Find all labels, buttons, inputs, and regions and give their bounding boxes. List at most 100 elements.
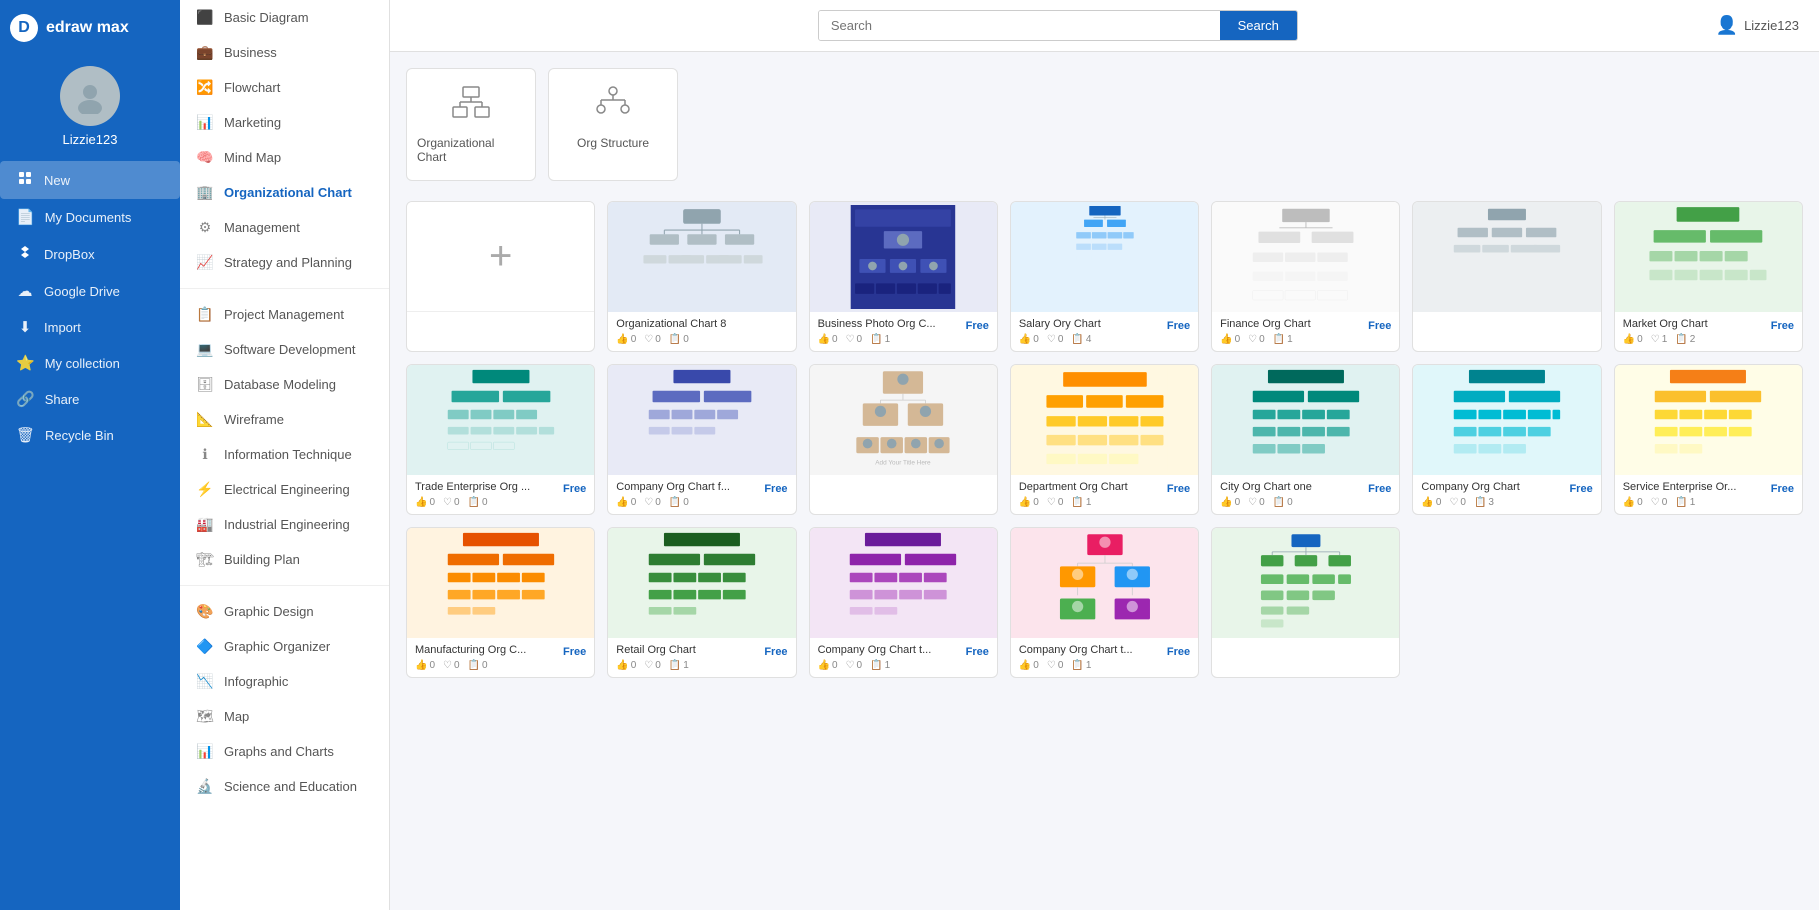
org8-copy-icon: 📋 — [669, 334, 681, 345]
template-card-company-f[interactable]: Company Org Chart f... Free 👍0 ♡0 📋0 — [607, 364, 796, 515]
middle-item-mind-map[interactable]: 🧠 Mind Map — [180, 140, 389, 175]
logo-icon: D — [10, 14, 38, 42]
database-icon: 🗄 — [196, 376, 214, 393]
ret-hearts: 0 — [655, 660, 661, 671]
sidebar-label-google-drive: Google Drive — [44, 284, 120, 299]
sidebar-item-import[interactable]: ⬇ Import — [0, 309, 180, 345]
fin-likes: 0 — [1235, 334, 1241, 345]
template-grid: + — [406, 201, 1803, 678]
unknown1-preview — [1413, 202, 1600, 312]
graphic-design-icon: 🎨 — [196, 603, 214, 620]
category-card-org-structure[interactable]: Org Structure — [548, 68, 678, 181]
sidebar-item-new[interactable]: New — [0, 161, 180, 199]
company-t2-svg — [1016, 531, 1194, 636]
sidebar-item-dropbox[interactable]: DropBox — [0, 235, 180, 273]
template-card-unknown1[interactable] — [1412, 201, 1601, 352]
business-photo-title: Business Photo Org C... — [818, 318, 936, 330]
middle-item-strategy[interactable]: 📈 Strategy and Planning — [180, 245, 389, 280]
middle-item-business[interactable]: 💼 Business — [180, 35, 389, 70]
sidebar-item-my-collection[interactable]: ⭐ My collection — [0, 345, 180, 381]
business-photo-badge: Free — [966, 320, 989, 332]
template-card-city[interactable]: City Org Chart one Free 👍0 ♡0 📋0 — [1211, 364, 1400, 515]
middle-item-graphic-design[interactable]: 🎨 Graphic Design — [180, 594, 389, 629]
mfg-stats: 👍0 ♡0 📋0 — [415, 660, 586, 671]
finance-stats: 👍0 ♡0 📋1 — [1220, 334, 1391, 345]
category-card-org-chart[interactable]: Organizational Chart — [406, 68, 536, 181]
template-card-company-char[interactable] — [1211, 527, 1400, 678]
template-card-department[interactable]: Department Org Chart Free 👍0 ♡0 📋1 — [1010, 364, 1199, 515]
middle-item-building[interactable]: 🏗 Building Plan — [180, 542, 389, 577]
username: Lizzie123 — [63, 132, 118, 147]
service-svg — [1619, 368, 1797, 473]
middle-item-electrical[interactable]: ⚡ Electrical Engineering — [180, 472, 389, 507]
org-chart-card-icon — [451, 85, 491, 128]
mfg-svg — [412, 531, 590, 636]
sidebar-item-my-documents[interactable]: 📄 My Documents — [0, 199, 180, 235]
middle-label-map: Map — [224, 709, 249, 724]
dept-title: Department Org Chart — [1019, 481, 1128, 493]
user-icon: 👤 — [1716, 15, 1738, 36]
dept-stats: 👍0 ♡0 📋1 — [1019, 497, 1190, 508]
middle-item-wireframe[interactable]: 📐 Wireframe — [180, 402, 389, 437]
sidebar-item-recycle-bin[interactable]: 🗑 Recycle Bin — [0, 417, 180, 453]
middle-label-management: Management — [224, 220, 300, 235]
template-card-org8[interactable]: Organizational Chart 8 👍0 ♡0 📋0 — [607, 201, 796, 352]
sidebar-item-google-drive[interactable]: ☁ Google Drive — [0, 273, 180, 309]
template-card-trade[interactable]: Trade Enterprise Org ... Free 👍0 ♡0 📋0 — [406, 364, 595, 515]
middle-item-graphic-organizer[interactable]: 🔷 Graphic Organizer — [180, 629, 389, 664]
company-org-info: Company Org Chart Free 👍0 ♡0 📋3 — [1413, 475, 1600, 514]
category-card-label-structure: Org Structure — [577, 136, 649, 150]
middle-item-database[interactable]: 🗄 Database Modeling — [180, 367, 389, 402]
middle-item-flowchart[interactable]: 🔀 Flowchart — [180, 70, 389, 105]
middle-item-map[interactable]: 🗺 Map — [180, 699, 389, 734]
trade-stats: 👍0 ♡0 📋0 — [415, 497, 586, 508]
template-card-finance[interactable]: Finance Org Chart Free 👍0 ♡0 📋1 — [1211, 201, 1400, 352]
middle-item-infographic[interactable]: 📉 Infographic — [180, 664, 389, 699]
middle-item-science[interactable]: 🔬 Science and Education — [180, 769, 389, 804]
template-card-retail[interactable]: Retail Org Chart Free 👍0 ♡0 📋1 — [607, 527, 796, 678]
middle-item-basic-diagram[interactable]: ⬛ Basic Diagram — [180, 0, 389, 35]
graphs-icon: 📊 — [196, 743, 214, 760]
template-card-new[interactable]: + — [406, 201, 595, 352]
org8-hearts: 0 — [655, 334, 661, 345]
cf-hearts: 0 — [655, 497, 661, 508]
middle-item-information[interactable]: ℹ Information Technique — [180, 437, 389, 472]
template-card-service[interactable]: Service Enterprise Or... Free 👍0 ♡0 📋1 — [1614, 364, 1803, 515]
org8-heart-icon: ♡ — [644, 334, 653, 345]
template-card-salary[interactable]: Salary Ory Chart Free 👍0 ♡0 📋4 — [1010, 201, 1199, 352]
template-card-market[interactable]: Market Org Chart Free 👍0 ♡1 📋2 — [1614, 201, 1803, 352]
org8-stats: 👍0 ♡0 📋0 — [616, 334, 787, 345]
middle-item-industrial[interactable]: 🏭 Industrial Engineering — [180, 507, 389, 542]
new-icon — [16, 170, 34, 190]
basic-diagram-icon: ⬛ — [196, 9, 214, 26]
unknown1-info — [1413, 312, 1600, 348]
mfg-title: Manufacturing Org C... — [415, 644, 526, 656]
middle-label-infographic: Infographic — [224, 674, 288, 689]
finance-svg — [1217, 205, 1395, 310]
middle-item-graphs[interactable]: 📊 Graphs and Charts — [180, 734, 389, 769]
business-photo-preview — [810, 202, 997, 312]
template-card-company-t1[interactable]: Company Org Chart t... Free 👍0 ♡0 📋1 — [809, 527, 998, 678]
sidebar-item-share[interactable]: 🔗 Share — [0, 381, 180, 417]
middle-item-organizational-chart[interactable]: 🏢 Organizational Chart — [180, 175, 389, 210]
search-input[interactable] — [819, 11, 1220, 40]
template-card-photo[interactable]: Add Your Title Here — [809, 364, 998, 515]
company-t1-badge: Free — [966, 646, 989, 658]
trd-copies: 0 — [482, 497, 488, 508]
middle-item-project-management[interactable]: 📋 Project Management — [180, 297, 389, 332]
middle-item-management[interactable]: ⚙ Management — [180, 210, 389, 245]
middle-item-software-dev[interactable]: 💻 Software Development — [180, 332, 389, 367]
middle-label-industrial: Industrial Engineering — [224, 517, 350, 532]
template-card-company-org[interactable]: Company Org Chart Free 👍0 ♡0 📋3 — [1412, 364, 1601, 515]
middle-label-science: Science and Education — [224, 779, 357, 794]
mfg-likes: 0 — [429, 660, 435, 671]
template-card-manufacturing[interactable]: Manufacturing Org C... Free 👍0 ♡0 📋0 — [406, 527, 595, 678]
template-card-business-photo[interactable]: Business Photo Org C... Free 👍0 ♡0 📋1 — [809, 201, 998, 352]
mfg-preview — [407, 528, 594, 638]
company-t1-svg — [814, 531, 992, 636]
template-card-company-t2[interactable]: Company Org Chart t... Free 👍0 ♡0 📋1 — [1010, 527, 1199, 678]
search-button[interactable]: Search — [1220, 11, 1297, 40]
sidebar-label-new: New — [44, 173, 70, 188]
photo-info — [810, 475, 997, 511]
middle-item-marketing[interactable]: 📊 Marketing — [180, 105, 389, 140]
